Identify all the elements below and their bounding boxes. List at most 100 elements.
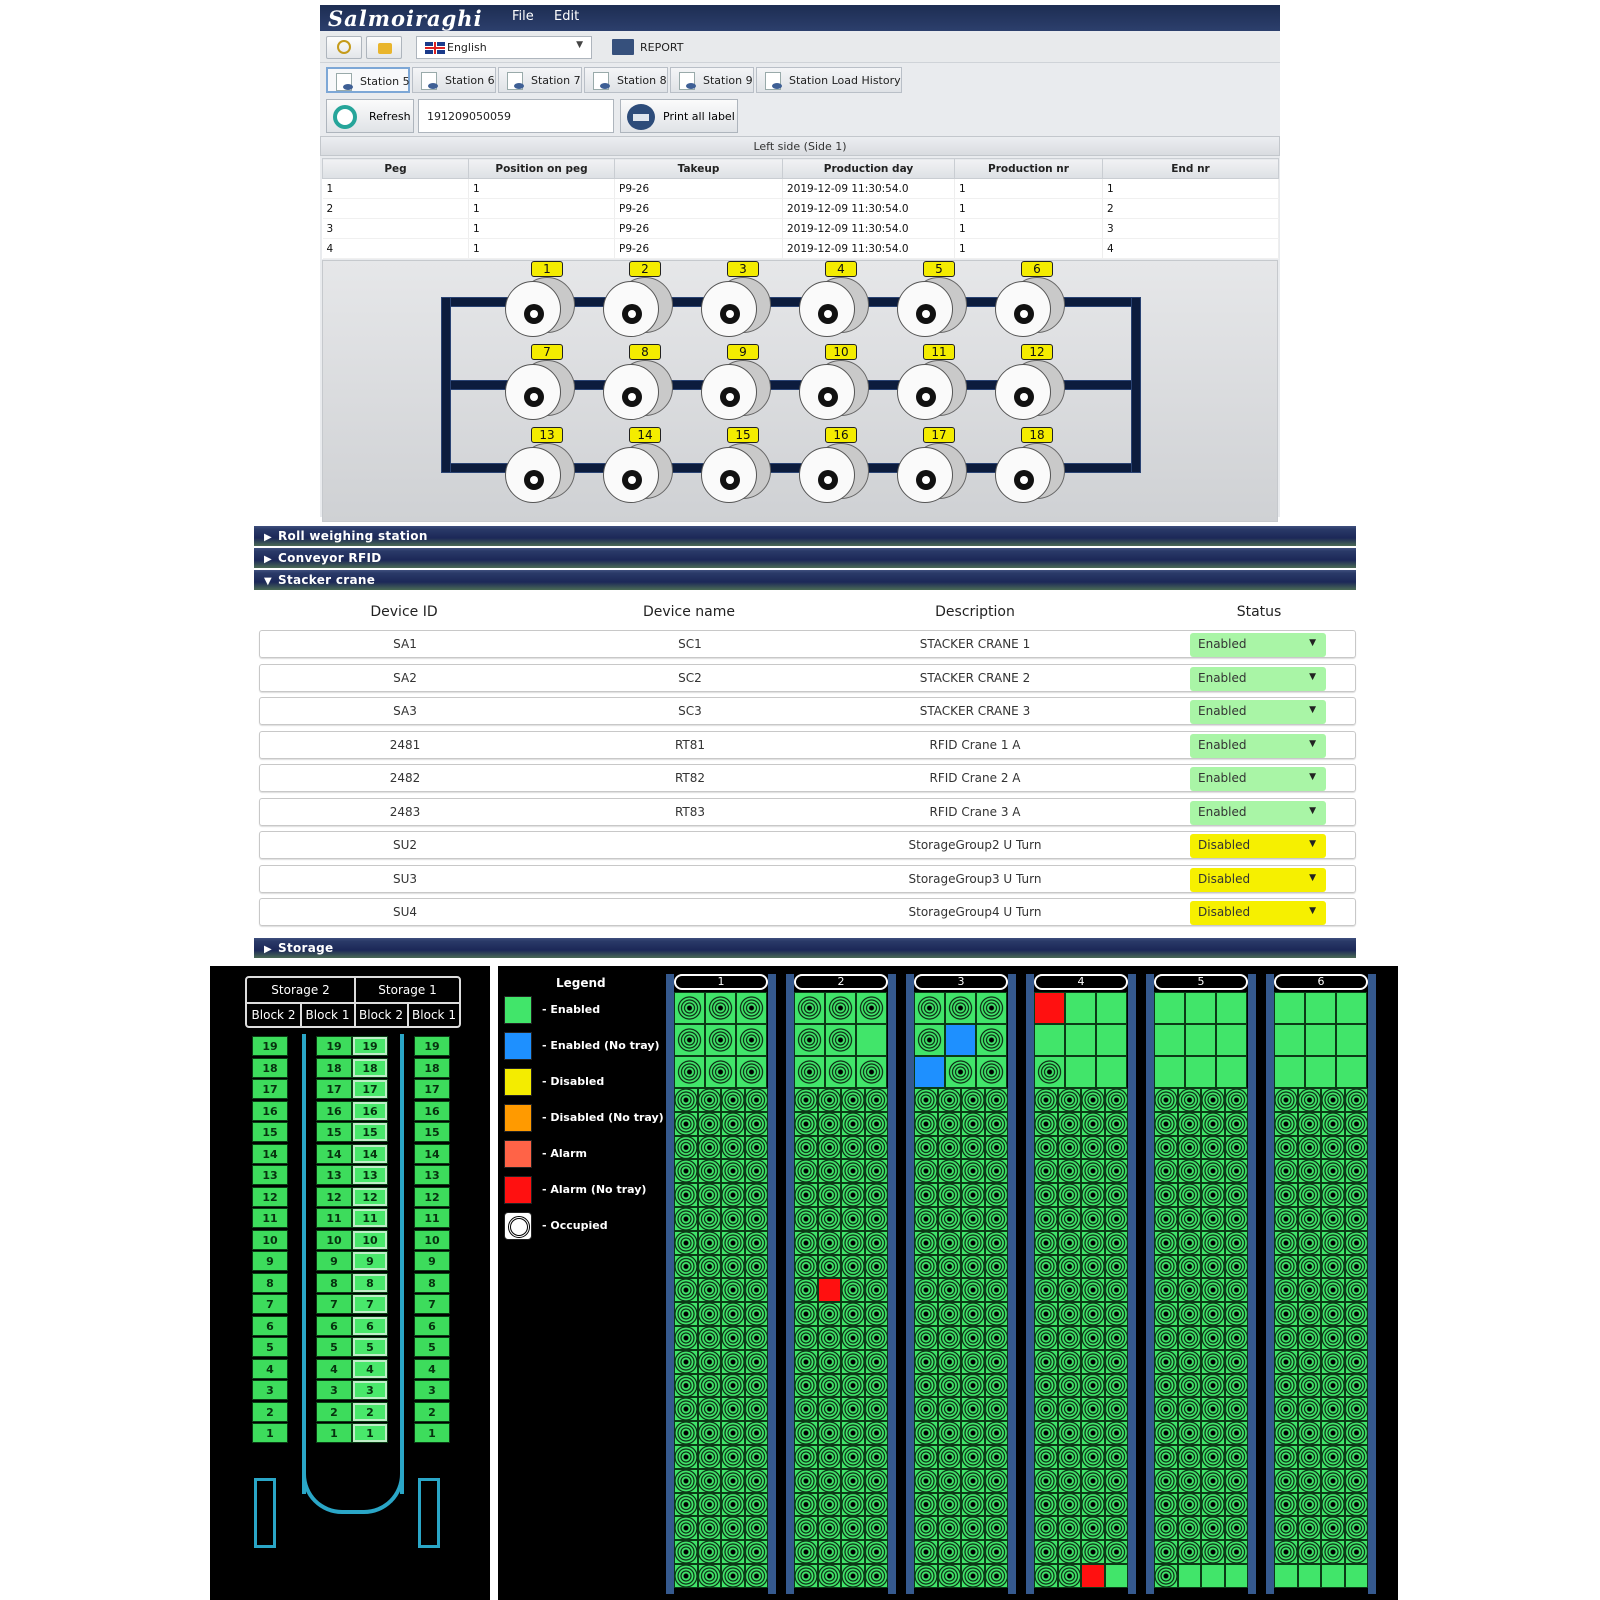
- storage-slot[interactable]: 14: [414, 1143, 450, 1164]
- storage-slot[interactable]: 5: [252, 1337, 288, 1357]
- storage-cell[interactable]: [721, 1397, 745, 1422]
- storage-cell[interactable]: [1057, 1492, 1081, 1517]
- storage-cell[interactable]: [937, 1445, 961, 1469]
- storage-cell[interactable]: [697, 1468, 721, 1493]
- storage-cell[interactable]: [937, 1088, 961, 1112]
- storage-cell[interactable]: [1201, 1302, 1225, 1326]
- storage-cell[interactable]: [1201, 1397, 1225, 1422]
- storage-cell[interactable]: [1224, 1183, 1248, 1207]
- storage-cell[interactable]: [817, 1302, 841, 1326]
- storage-cell[interactable]: [1321, 1397, 1345, 1422]
- storage-cell[interactable]: [864, 1445, 888, 1469]
- storage-cell[interactable]: [961, 1111, 985, 1136]
- storage-cell[interactable]: [1274, 1564, 1298, 1588]
- storage-cell[interactable]: [1154, 1024, 1185, 1056]
- storage-cell[interactable]: [1274, 1254, 1298, 1279]
- storage-cell[interactable]: [1321, 1349, 1345, 1374]
- storage-cell[interactable]: [674, 992, 705, 1024]
- storage-cell[interactable]: [1201, 1326, 1225, 1350]
- storage-cell[interactable]: [1224, 1207, 1248, 1231]
- storage-cell[interactable]: [864, 1492, 888, 1517]
- storage-cell[interactable]: [937, 1135, 961, 1160]
- storage-cell[interactable]: [794, 1159, 818, 1184]
- storage-cell[interactable]: [697, 1540, 721, 1564]
- storage-cell[interactable]: [976, 1024, 1007, 1056]
- storage-cell[interactable]: [1104, 1397, 1128, 1422]
- storage-cell[interactable]: [744, 1207, 768, 1231]
- storage-cell[interactable]: [1201, 1088, 1225, 1112]
- tab-station-8[interactable]: Station 8: [584, 67, 668, 93]
- device-row[interactable]: SU2 StorageGroup2 U Turn Disabled ▼: [259, 831, 1356, 859]
- storage-cell[interactable]: [674, 1159, 698, 1184]
- storage-cell[interactable]: [914, 1135, 938, 1160]
- storage-cell[interactable]: [1344, 1421, 1368, 1445]
- storage-cell[interactable]: [817, 1349, 841, 1374]
- storage-cell[interactable]: [1154, 1326, 1178, 1350]
- storage-cell[interactable]: [976, 1056, 1007, 1088]
- storage-cell[interactable]: [1344, 1349, 1368, 1374]
- storage-cell[interactable]: [1321, 1207, 1345, 1231]
- column-header[interactable]: End nr: [1102, 158, 1279, 179]
- storage-cell[interactable]: [937, 1302, 961, 1326]
- storage-slot[interactable]: 4: [352, 1358, 388, 1379]
- storage-cell[interactable]: [1297, 1302, 1321, 1326]
- status-dropdown[interactable]: Enabled ▼: [1190, 733, 1326, 758]
- storage-cell[interactable]: [1274, 1024, 1305, 1056]
- storage-cell[interactable]: [721, 1421, 745, 1445]
- storage-cell[interactable]: [864, 1254, 888, 1279]
- storage-cell[interactable]: [937, 1159, 961, 1184]
- storage-cell[interactable]: [1297, 1445, 1321, 1469]
- storage-slot[interactable]: 8: [352, 1272, 388, 1293]
- storage-cell[interactable]: [1321, 1421, 1345, 1445]
- storage-cell[interactable]: [1057, 1183, 1081, 1207]
- storage-cell[interactable]: [705, 1056, 736, 1088]
- storage-cell[interactable]: [1344, 1135, 1368, 1160]
- storage-cell[interactable]: [1104, 1278, 1128, 1303]
- storage-cell[interactable]: [744, 1230, 768, 1255]
- storage-cell[interactable]: [794, 1278, 818, 1303]
- storage-cell[interactable]: [1154, 1056, 1185, 1088]
- storage-cell[interactable]: [794, 1183, 818, 1207]
- storage-cell[interactable]: [1344, 1254, 1368, 1279]
- storage-slot[interactable]: 11: [252, 1208, 288, 1228]
- storage-cell[interactable]: [1336, 1056, 1367, 1088]
- storage-cell[interactable]: [1201, 1468, 1225, 1493]
- storage-slot[interactable]: 9: [352, 1251, 388, 1271]
- column-header[interactable]: Peg: [322, 158, 469, 179]
- storage-cell[interactable]: [937, 1278, 961, 1303]
- storage-cell[interactable]: [1104, 1111, 1128, 1136]
- storage-slot[interactable]: 6: [352, 1315, 388, 1336]
- storage-cell[interactable]: [1081, 1421, 1105, 1445]
- storage-cell[interactable]: [697, 1564, 721, 1588]
- storage-slot[interactable]: 4: [414, 1358, 450, 1379]
- storage-cell[interactable]: [705, 992, 736, 1024]
- storage-cell[interactable]: [1344, 1111, 1368, 1136]
- storage-slot[interactable]: 13: [414, 1165, 450, 1185]
- storage-cell[interactable]: [914, 1088, 938, 1112]
- storage-cell[interactable]: [825, 1056, 856, 1088]
- storage-cell[interactable]: [984, 1183, 1008, 1207]
- storage-cell[interactable]: [1057, 1088, 1081, 1112]
- storage-cell[interactable]: [744, 1302, 768, 1326]
- storage-cell[interactable]: [1321, 1135, 1345, 1160]
- storage-cell[interactable]: [914, 1373, 938, 1398]
- device-row[interactable]: SA2 SC2 STACKER CRANE 2 Enabled ▼: [259, 663, 1356, 692]
- storage-cell[interactable]: [1057, 1207, 1081, 1231]
- storage-cell[interactable]: [1065, 992, 1096, 1024]
- storage-cell[interactable]: [864, 1278, 888, 1303]
- roll-8[interactable]: 8: [603, 344, 673, 420]
- storage-cell[interactable]: [1154, 1445, 1178, 1469]
- storage-cell[interactable]: [1034, 1445, 1058, 1469]
- storage-cell[interactable]: [1034, 1326, 1058, 1350]
- storage-cell[interactable]: [1321, 1516, 1345, 1541]
- storage-slot[interactable]: 17: [316, 1079, 352, 1099]
- storage-cell[interactable]: [984, 1468, 1008, 1493]
- storage-cell[interactable]: [1177, 1349, 1201, 1374]
- storage-cell[interactable]: [1154, 1230, 1178, 1255]
- roll-5[interactable]: 5: [897, 261, 967, 337]
- storage-slot[interactable]: 19: [414, 1036, 450, 1056]
- storage-cell[interactable]: [864, 1349, 888, 1374]
- storage-cell[interactable]: [914, 1445, 938, 1469]
- storage-cell[interactable]: [1104, 1468, 1128, 1493]
- storage-cell[interactable]: [841, 1540, 865, 1564]
